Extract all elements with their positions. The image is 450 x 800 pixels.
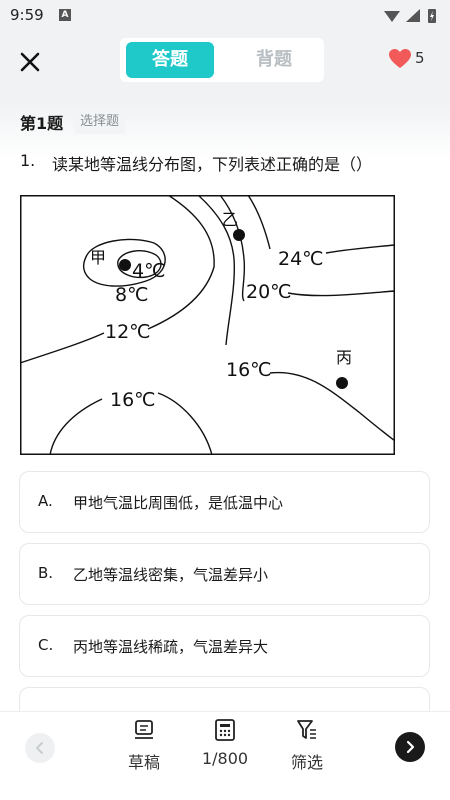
option-a[interactable]: A. 甲地气温比周围低，是低温中心 [19,471,430,533]
notification-icon: A [59,9,71,21]
progress-label: 1/800 [201,749,249,768]
previous-button[interactable] [25,733,55,763]
chevron-left-icon [36,742,43,754]
status-icons [382,7,442,29]
filter-button[interactable]: 筛选 [285,718,329,773]
option-b-text: 乙地等温线密集，气温差异小 [73,566,269,584]
chevron-right-icon [406,740,415,754]
option-c[interactable]: C. 丙地等温线稀疏，气温差异大 [19,615,430,677]
heart-icon [389,49,411,68]
question-grid-button[interactable]: 1/800 [196,718,254,768]
wifi-icon [384,11,400,22]
label-4c: 4℃ [132,260,165,282]
label-24c: 24℃ [278,248,324,270]
option-b-letter: B. [38,564,54,582]
label-bing: 丙 [336,348,352,367]
draft-button[interactable]: 草稿 [122,718,166,773]
draft-icon [135,720,153,739]
status-bar: 9:59 A [0,0,450,30]
filter-icon [297,720,316,739]
point-bing [336,377,348,389]
grid-icon [215,719,235,741]
label-yi: 乙 [222,210,238,229]
label-12c: 12℃ [105,321,151,343]
next-button[interactable] [395,732,425,762]
question-index: 1. [20,151,36,170]
question-type-badge: 选择题 [74,110,126,134]
label-jia: 甲 [90,248,106,267]
bottom-toolbar: 草稿 1/800 筛选 [0,711,450,800]
isotherm-map: 甲 乙 丙 4℃ 8℃ 12℃ 16℃ 16℃ 20℃ 24℃ [20,195,395,455]
option-a-text: 甲地气温比周围低，是低温中心 [73,494,284,512]
label-20c: 20℃ [246,281,292,303]
label-16c-left: 16℃ [110,389,156,411]
status-time: 9:59 [10,6,44,24]
option-a-letter: A. [38,492,53,510]
question-number: 第1题 [20,114,64,133]
label-8c: 8℃ [115,284,148,306]
draft-label: 草稿 [127,753,160,772]
filter-label: 筛选 [290,753,323,772]
point-jia [119,259,131,271]
close-button[interactable] [16,48,44,76]
option-c-letter: C. [38,636,54,654]
signal-icon [406,9,420,22]
question-text: 读某地等温线分布图，下列表述正确的是（） [52,155,373,174]
tab-memorize[interactable]: 背题 [230,42,318,78]
option-c-text: 丙地等温线稀疏，气温差异大 [73,638,269,656]
label-16c-right: 16℃ [226,359,272,381]
mode-switch: 答题 背题 [120,38,324,82]
tab-answer[interactable]: 答题 [126,42,214,78]
option-b[interactable]: B. 乙地等温线密集，气温差异小 [19,543,430,605]
hearts-counter: 5 [388,48,425,72]
close-icon [20,52,40,72]
hearts-count: 5 [415,49,425,67]
point-yi [233,229,245,241]
